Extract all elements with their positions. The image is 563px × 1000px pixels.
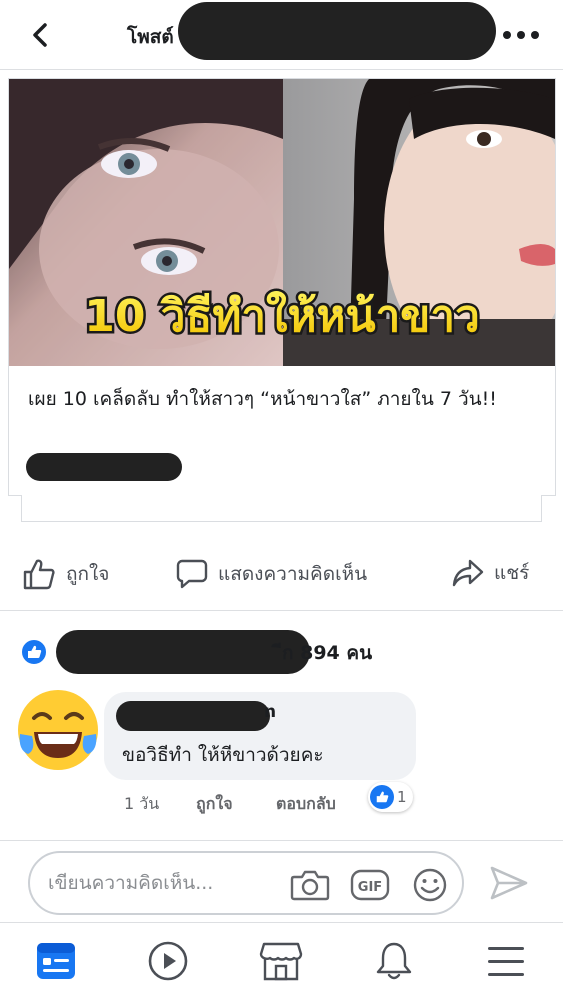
comment-time: 1 วัน <box>124 794 160 813</box>
bottom-navigation <box>0 922 563 1000</box>
top-bar: โพสต์ <box>0 0 563 70</box>
like-button[interactable]: ถูกใจ <box>22 558 109 590</box>
chevron-left-icon <box>33 23 47 47</box>
overlay-text: 10 วิธีทำให้หน้าขาว <box>84 290 480 342</box>
smiley-icon <box>413 868 447 902</box>
share-button[interactable]: แชร์ <box>452 558 529 588</box>
link-preview-image: 10 วิธีทำให้หน้าขาว <box>9 79 555 366</box>
notifications-icon <box>376 942 412 980</box>
divider <box>0 840 563 841</box>
attachment-frame <box>21 495 542 522</box>
comment-composer: GIF <box>28 851 464 915</box>
redacted-name <box>178 2 496 60</box>
divider <box>0 610 563 611</box>
menu-icon <box>488 947 524 976</box>
gif-button[interactable]: GIF <box>350 867 390 903</box>
camera-button[interactable] <box>290 867 330 903</box>
comment-reaction-badge[interactable]: 1 <box>368 782 413 812</box>
commenter-name: n <box>264 702 277 722</box>
nav-notifications[interactable] <box>372 939 416 983</box>
like-reaction-icon <box>20 638 48 666</box>
reaction-count: ีก 894 คน <box>282 642 373 664</box>
page-title: โพสต์ <box>127 26 174 48</box>
redacted-reactors <box>56 630 310 674</box>
thumbs-up-icon <box>23 559 55 590</box>
comment-reply-link[interactable]: ตอบกลับ <box>276 792 336 817</box>
redacted-commenter-name <box>116 701 270 731</box>
like-label: ถูกใจ <box>66 563 110 585</box>
svg-text:GIF: GIF <box>358 880 382 895</box>
redacted-domain <box>26 453 182 481</box>
nav-marketplace[interactable] <box>259 939 303 983</box>
news-feed-icon <box>37 943 75 979</box>
nav-news-feed[interactable] <box>34 939 78 983</box>
link-title: เผย 10 เคล็ดลับ ทำให้สาวๆ “หน้าขาวใส” ภา… <box>28 388 497 410</box>
marketplace-icon <box>259 942 303 981</box>
comment-bubble[interactable]: n ขอวิธีทำ ให้หีขาวด้วยคะ <box>104 692 416 780</box>
gif-icon: GIF <box>350 869 390 901</box>
comment-icon <box>176 559 208 589</box>
comment-label: แสดงความคิดเห็น <box>218 563 368 585</box>
comment-button[interactable]: แสดงความคิดเห็น <box>176 558 367 590</box>
nav-menu[interactable] <box>484 939 528 983</box>
post-actions: ถูกใจ แสดงความคิดเห็น แชร์ <box>0 550 563 602</box>
send-button[interactable] <box>488 862 530 904</box>
comment-like-link[interactable]: ถูกใจ <box>196 792 233 817</box>
camera-icon <box>290 870 330 901</box>
comment-text: ขอวิธีทำ ให้หีขาวด้วยคะ <box>122 744 324 766</box>
more-horizontal-icon <box>503 31 539 39</box>
comment-like-count: 1 <box>397 788 407 806</box>
link-preview-card[interactable]: 10 วิธีทำให้หน้าขาว เผย 10 เคล็ดลับ ทำให… <box>8 78 556 496</box>
share-icon <box>452 559 484 587</box>
reactions-summary[interactable]: ีก 894 คน <box>20 630 520 674</box>
emoji-button[interactable] <box>410 867 450 903</box>
share-label: แชร์ <box>494 562 530 584</box>
laughing-emoji-icon <box>18 690 98 770</box>
send-icon <box>490 866 528 900</box>
back-button[interactable] <box>26 20 56 50</box>
more-options-button[interactable] <box>501 24 541 46</box>
watch-icon <box>148 941 188 981</box>
like-reaction-icon <box>370 785 394 809</box>
commenter-avatar[interactable] <box>16 688 100 772</box>
comment-input[interactable] <box>48 872 288 894</box>
nav-watch[interactable] <box>146 939 190 983</box>
